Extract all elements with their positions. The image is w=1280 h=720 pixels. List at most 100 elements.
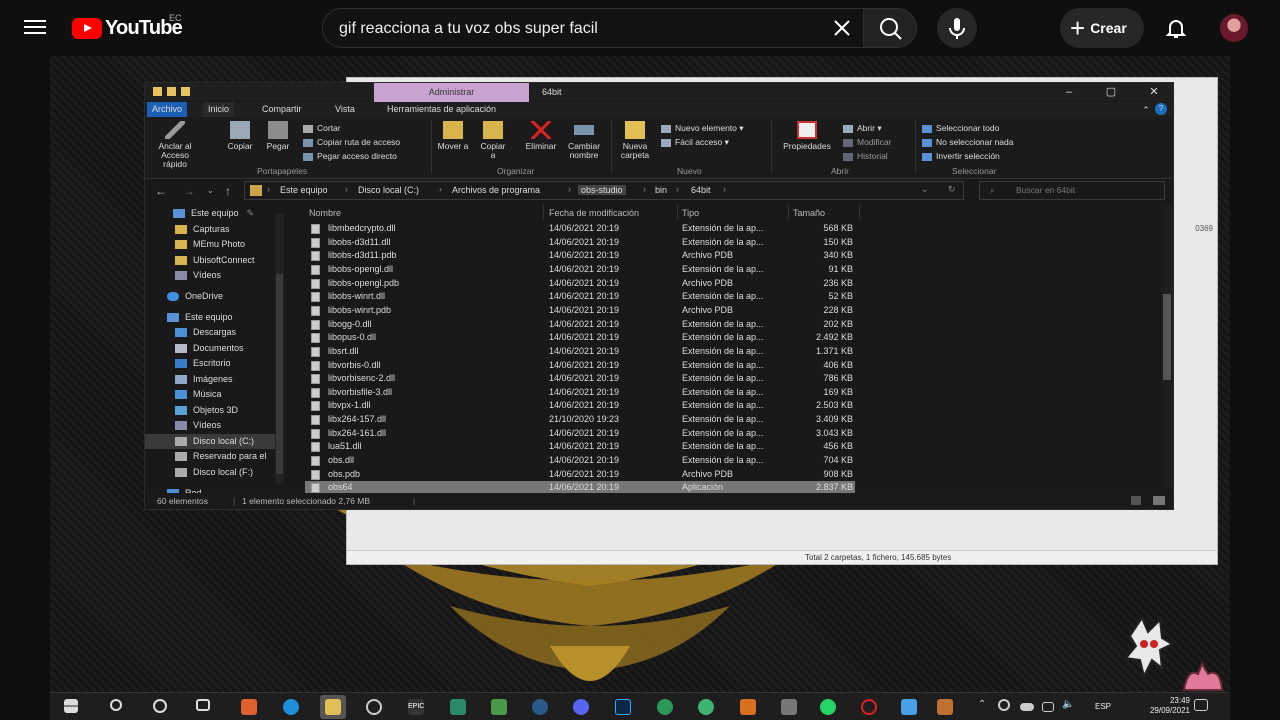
column-header-fecha[interactable]: Fecha de modificación <box>549 208 639 218</box>
nav-scroll-thumb[interactable] <box>276 274 283 474</box>
nav-item-escritorio[interactable]: Escritorio <box>175 358 231 369</box>
minimize-icon[interactable]: – <box>1061 85 1077 99</box>
rename-button[interactable]: Cambiar nombre <box>563 121 605 160</box>
ribbon-collapse-icon[interactable]: ⌃ <box>1138 103 1154 117</box>
photoshop-icon[interactable] <box>615 699 631 715</box>
copy-to-button[interactable]: Copiar a <box>477 121 509 160</box>
tray-app-icon[interactable] <box>998 699 1010 711</box>
file-scroll-thumb[interactable] <box>1163 294 1171 380</box>
file-list-scrollbar[interactable] <box>1161 204 1173 488</box>
column-divider[interactable] <box>788 204 789 220</box>
file-row[interactable]: libvorbisenc-2.dll 14/06/2021 20:19 Extens… <box>305 372 855 385</box>
tab-administrar[interactable]: Administrar <box>374 83 529 102</box>
column-header-tipo[interactable]: Tipo <box>682 208 699 218</box>
breadcrumb-bin[interactable]: bin <box>655 185 667 195</box>
nav-item-videos-2[interactable]: Vídeos <box>175 420 221 431</box>
steam-icon[interactable] <box>532 699 548 715</box>
search-button[interactable] <box>863 8 917 48</box>
file-row[interactable]: libsrt.dll 14/06/2021 20:19 Extensión de l… <box>305 345 855 358</box>
obs-icon[interactable] <box>366 699 382 715</box>
tab-compartir[interactable]: Compartir <box>257 102 307 117</box>
taskbar-search-icon[interactable] <box>110 699 122 711</box>
minecraft-icon[interactable] <box>491 699 507 715</box>
file-row[interactable]: libogg-0.dll 14/06/2021 20:19 Extensión de… <box>305 318 855 331</box>
tab-inicio[interactable]: Inicio <box>203 102 235 117</box>
file-row[interactable]: libx264-157.dll 21/10/2020 19:23 Extensión… <box>305 413 855 426</box>
copy-button[interactable]: Copiar <box>225 121 255 151</box>
nav-item-objetos-3d[interactable]: Objetos 3D <box>175 405 238 416</box>
copy-path-button[interactable]: Copiar ruta de acceso <box>303 137 400 147</box>
nav-item-descargas[interactable]: Descargas <box>175 327 236 338</box>
edge-icon[interactable] <box>283 699 299 715</box>
user-avatar[interactable] <box>1220 14 1248 42</box>
tab-archivo[interactable]: Archivo <box>147 102 188 117</box>
tray-chevron-up-icon[interactable]: ⌃ <box>978 699 990 715</box>
forward-arrow-icon[interactable]: → <box>183 184 195 198</box>
pin-quick-access-button[interactable]: Anclar al Acceso rápido <box>151 121 199 169</box>
file-row[interactable]: libobs-d3d11.dll 14/06/2021 20:19 Extensió… <box>305 236 855 249</box>
file-row[interactable]: obs.dll 14/06/2021 20:19 Extensión de la a… <box>305 454 855 467</box>
file-row[interactable]: libobs-winrt.pdb 14/06/2021 20:19 Archivo … <box>305 304 855 317</box>
discord-icon[interactable] <box>573 699 589 715</box>
refresh-icon[interactable]: ↻ <box>948 184 956 195</box>
voice-search-button[interactable] <box>937 8 977 48</box>
file-row[interactable]: libobs-winrt.dll 14/06/2021 20:19 Extensió… <box>305 290 855 303</box>
cortana-icon[interactable] <box>153 699 167 713</box>
address-dropdown-icon[interactable]: ⌄ <box>921 184 929 195</box>
column-divider[interactable] <box>859 204 860 220</box>
delete-button[interactable]: Eliminar <box>521 121 561 151</box>
nav-item-quick-access[interactable]: Este equipo ✎ <box>173 208 254 219</box>
folder-icon[interactable] <box>153 87 162 96</box>
nav-item-capturas[interactable]: Capturas <box>175 224 230 235</box>
close-icon[interactable] <box>831 17 853 39</box>
select-none-button[interactable]: No seleccionar nada <box>922 137 1014 147</box>
move-to-button[interactable]: Mover a <box>437 121 469 151</box>
column-header-tamano[interactable]: Tamaño <box>793 208 825 218</box>
edit-button[interactable]: Modificar <box>843 137 891 147</box>
file-row[interactable]: libopus-0.dll 14/06/2021 20:19 Extensión d… <box>305 331 855 344</box>
history-button[interactable]: Historial <box>843 151 888 161</box>
tab-vista[interactable]: Vista <box>330 102 360 117</box>
notification-center-icon[interactable] <box>1194 699 1208 711</box>
file-row[interactable]: libobs-opengl.pdb 14/06/2021 20:19 Archivo… <box>305 277 855 290</box>
nav-item-videos[interactable]: Vídeos <box>175 270 221 281</box>
app-green2-icon[interactable] <box>698 699 714 715</box>
notifications-bell-icon[interactable] <box>1164 16 1188 40</box>
app-red-icon[interactable] <box>861 699 877 715</box>
create-button[interactable]: + Crear <box>1060 8 1144 48</box>
app-blue-icon[interactable] <box>901 699 917 715</box>
clock[interactable]: 23:49 29/09/2021 <box>1150 696 1190 716</box>
help-icon[interactable]: ? <box>1155 103 1167 115</box>
quick-access-toolbar[interactable] <box>153 87 190 96</box>
epic-games-icon[interactable]: EPIC <box>408 699 424 715</box>
close-window-icon[interactable]: ✕ <box>1146 85 1162 99</box>
windows-start-icon[interactable] <box>64 699 78 713</box>
breadcrumb-este-equipo[interactable]: Este equipo <box>280 185 328 195</box>
app-icon[interactable] <box>450 699 466 715</box>
cut-button[interactable]: Cortar <box>303 123 341 133</box>
character-app-icon[interactable] <box>781 699 797 715</box>
breadcrumb-64bit[interactable]: 64bit <box>691 185 711 195</box>
easy-access-button[interactable]: Fácil acceso ▾ <box>661 137 729 148</box>
file-row[interactable]: libmbedcrypto.dll 14/06/2021 20:19 Extensi… <box>305 222 855 235</box>
file-row[interactable]: libx264-161.dll 14/06/2021 20:19 Extensión… <box>305 427 855 440</box>
vlc-icon[interactable] <box>740 699 756 715</box>
details-view-icon[interactable] <box>1131 496 1141 505</box>
select-all-button[interactable]: Seleccionar todo <box>922 123 999 133</box>
menu-icon[interactable] <box>24 17 46 39</box>
breadcrumb-obs-studio[interactable]: obs-studio <box>578 185 626 195</box>
nav-item-este-equipo[interactable]: Este equipo <box>167 312 233 323</box>
maximize-icon[interactable]: ▢ <box>1103 85 1119 99</box>
invert-selection-button[interactable]: Invertir selección <box>922 151 1000 161</box>
tab-herramientas[interactable]: Herramientas de aplicación <box>382 102 501 117</box>
app-green-icon[interactable] <box>657 699 673 715</box>
column-divider[interactable] <box>677 204 678 220</box>
nav-item-disco-c[interactable]: Disco local (C:) <box>145 434 275 449</box>
open-button[interactable]: Abrir ▾ <box>843 123 882 134</box>
nav-scrollbar[interactable] <box>275 214 284 484</box>
whatsapp-icon[interactable] <box>820 699 836 715</box>
battery-icon[interactable] <box>1042 702 1054 712</box>
file-row[interactable]: libobs-d3d11.pdb 14/06/2021 20:19 Archivo … <box>305 249 855 262</box>
nav-item-onedrive[interactable]: OneDrive <box>167 291 223 302</box>
paste-button[interactable]: Pegar <box>263 121 293 151</box>
